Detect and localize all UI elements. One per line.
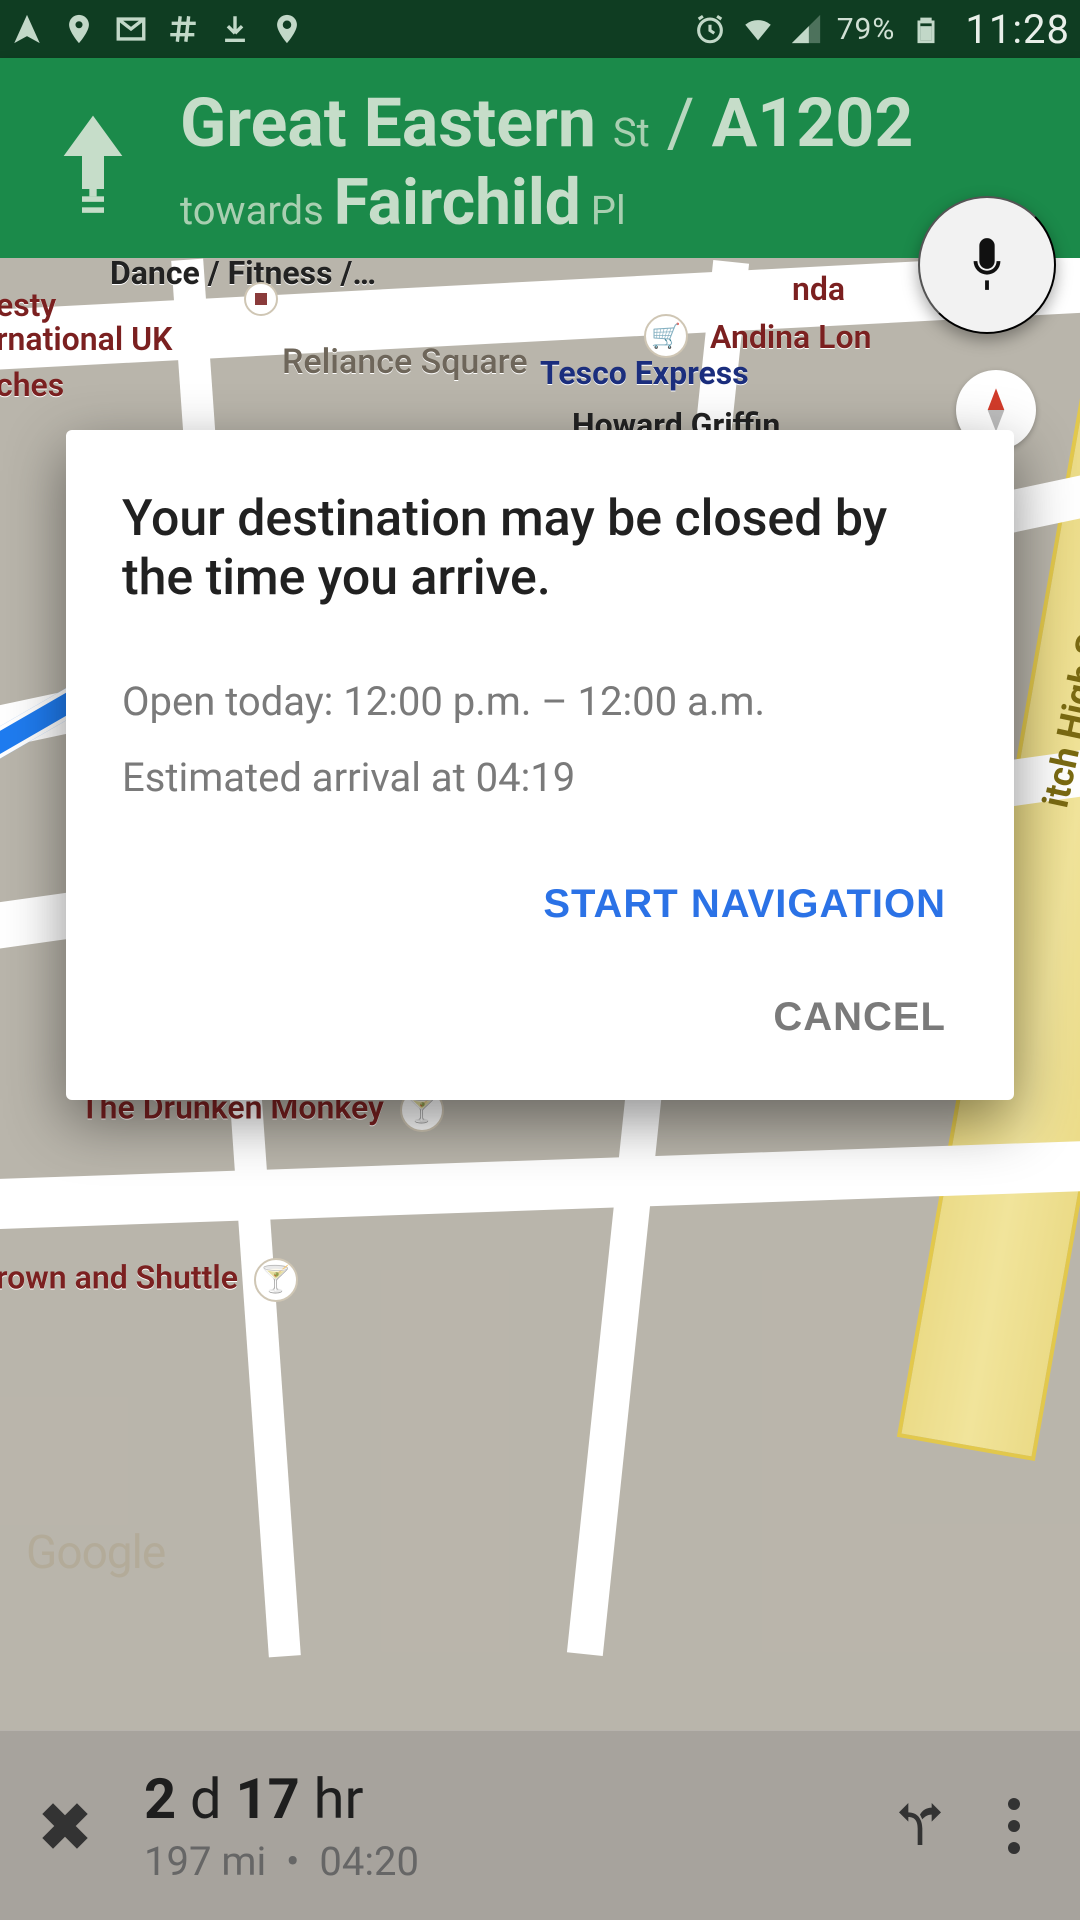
destination-closed-dialog: Your destination may be closed by the ti… — [66, 430, 1014, 1100]
dialog-body: Open today: 12:00 p.m. – 12:00 a.m. Esti… — [122, 664, 958, 816]
dialog-eta: Estimated arrival at 04:19 — [122, 740, 958, 816]
cancel-button[interactable]: CANCEL — [765, 985, 954, 1050]
dialog-open-hours: Open today: 12:00 p.m. – 12:00 a.m. — [122, 664, 958, 740]
start-navigation-button[interactable]: START NAVIGATION — [535, 872, 954, 937]
dialog-title: Your destination may be closed by the ti… — [122, 490, 958, 608]
dialog-actions: START NAVIGATION CANCEL — [122, 872, 958, 1050]
